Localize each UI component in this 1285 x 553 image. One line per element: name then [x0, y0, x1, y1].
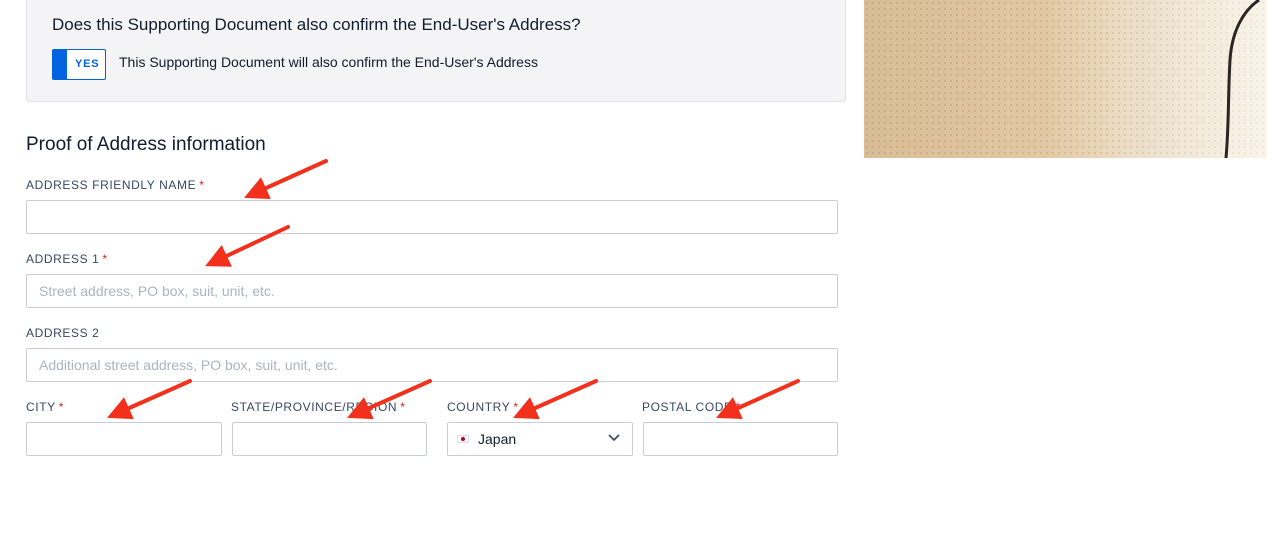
document-handwriting — [1224, 0, 1260, 158]
required-marker: * — [513, 400, 519, 414]
state-input[interactable] — [232, 422, 427, 456]
address2-input[interactable] — [26, 348, 838, 382]
address1-input[interactable] — [26, 274, 838, 308]
confirm-address-toggle[interactable]: YES — [52, 49, 106, 80]
required-marker: * — [199, 178, 205, 192]
arrow-country — [513, 379, 598, 420]
required-marker: * — [735, 400, 741, 414]
section-title: Proof of Address information — [26, 134, 266, 155]
city-input[interactable] — [26, 422, 222, 456]
address1-label-text: ADDRESS 1 — [26, 252, 100, 266]
city-label: CITY * — [26, 400, 64, 414]
arrow-city — [107, 379, 192, 420]
required-marker: * — [400, 400, 406, 414]
postal-code-label: POSTAL CODE * — [642, 400, 741, 414]
required-marker: * — [58, 400, 65, 414]
postal-code-label-text: POSTAL CODE — [642, 400, 733, 414]
address-friendly-name-label-text: ADDRESS FRIENDLY NAME — [26, 178, 197, 192]
toggle-description: This Supporting Document will also confi… — [119, 54, 538, 70]
city-label-text: CITY — [26, 400, 56, 414]
address2-label: ADDRESS 2 — [26, 326, 99, 340]
postal-code-input[interactable] — [643, 422, 838, 456]
address-confirmation-question: Does this Supporting Document also confi… — [52, 15, 581, 34]
toggle-label: YES — [75, 58, 100, 70]
state-label: STATE/PROVINCE/REGION * — [231, 400, 405, 414]
country-select[interactable]: Japan — [447, 422, 633, 456]
address1-label: ADDRESS 1 * — [26, 252, 108, 266]
address-confirmation-panel: Does this Supporting Document also confi… — [26, 0, 846, 102]
document-image-preview — [864, 0, 1267, 158]
japan-flag-icon — [457, 435, 469, 443]
state-label-text: STATE/PROVINCE/REGION — [231, 400, 398, 414]
address-friendly-name-label: ADDRESS FRIENDLY NAME * — [26, 178, 204, 192]
address-friendly-name-input[interactable] — [26, 200, 838, 234]
toggle-indicator — [53, 50, 67, 79]
country-label: COUNTRY * — [447, 400, 519, 414]
arrow-friendly-name — [244, 159, 328, 200]
address2-label-text: ADDRESS 2 — [26, 326, 100, 340]
country-selected-value: Japan — [478, 431, 517, 447]
chevron-down-icon — [608, 434, 620, 442]
country-label-text: COUNTRY — [447, 400, 511, 414]
required-marker: * — [102, 252, 108, 266]
